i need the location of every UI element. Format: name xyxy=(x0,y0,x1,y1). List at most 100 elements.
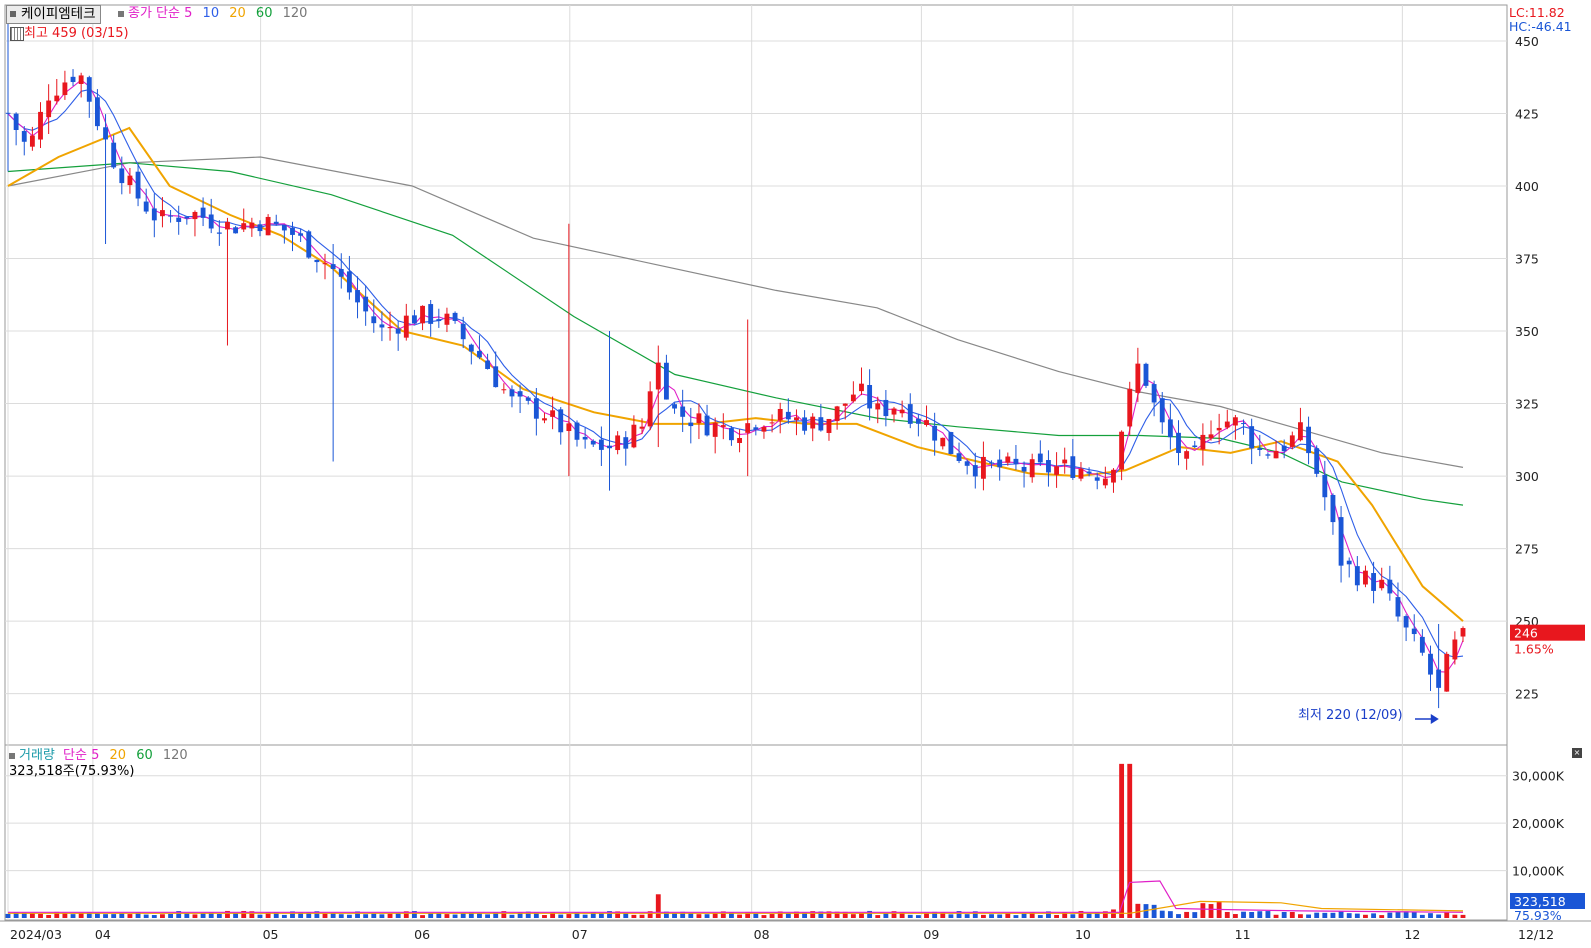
volume-bar xyxy=(1322,912,1328,918)
volume-bar xyxy=(1192,912,1198,918)
candle-body xyxy=(468,344,474,352)
volume-bar xyxy=(1306,914,1311,918)
volume-bar xyxy=(1428,913,1433,918)
stock-name-button[interactable]: 케이피엠테크 xyxy=(6,5,101,24)
volume-bar xyxy=(420,915,425,918)
volume-bar xyxy=(119,913,125,918)
volume-bar xyxy=(1086,913,1092,918)
date-tick-label: 10 xyxy=(1075,927,1091,942)
volume-bar xyxy=(558,914,564,918)
volume-bar xyxy=(160,914,165,918)
candle-body xyxy=(306,231,312,258)
volume-bar xyxy=(1265,911,1271,918)
date-end-label: 12/12 xyxy=(1518,927,1554,942)
candle-body xyxy=(119,168,125,184)
volume-bar xyxy=(1135,903,1141,918)
volume-bar xyxy=(1167,911,1173,918)
candle-body xyxy=(1151,384,1157,403)
volume-bar xyxy=(1241,911,1246,918)
candle-body xyxy=(94,97,100,127)
candle-body xyxy=(566,423,572,432)
candle-body xyxy=(1273,450,1279,459)
volume-bar xyxy=(1070,914,1076,918)
candle-body xyxy=(330,264,336,270)
candle-body xyxy=(542,418,547,421)
price-tick-label: 300 xyxy=(1515,469,1539,484)
candle-body xyxy=(78,75,84,84)
vol-ma120-legend: 120 xyxy=(162,748,188,763)
candle-body xyxy=(761,427,767,432)
candle-body xyxy=(842,403,848,406)
candle-body xyxy=(363,296,369,312)
candle-body xyxy=(1371,573,1377,591)
candle-body xyxy=(111,142,117,168)
volume-bar xyxy=(582,914,588,918)
volume-bar xyxy=(883,913,889,918)
candle-body xyxy=(1306,426,1311,454)
candle-body xyxy=(525,397,531,401)
ma10-legend: 10 xyxy=(202,6,220,21)
stock-chart: 4504254003753503253002752502252024/03 04 0… xyxy=(0,4,1591,942)
volume-legend[interactable]: 거래량 단순 5 20 60 120 xyxy=(9,748,188,764)
candle-body xyxy=(631,424,637,448)
candle-body xyxy=(1102,478,1108,486)
candle-body xyxy=(818,417,824,431)
volume-bar xyxy=(1387,912,1393,918)
volume-bar xyxy=(127,914,133,918)
candle-body xyxy=(1330,494,1336,523)
candle-body xyxy=(168,215,173,217)
square-icon xyxy=(9,752,15,759)
candle-body xyxy=(103,127,108,140)
volume-bar xyxy=(1379,915,1385,918)
volume-bar xyxy=(1159,910,1165,918)
candle-body xyxy=(737,437,742,443)
candle-body xyxy=(1460,628,1466,637)
candle-body xyxy=(346,271,352,293)
candle-body xyxy=(1086,471,1092,474)
candle-body xyxy=(956,453,962,462)
volume-bar xyxy=(1314,912,1320,918)
volume-bar xyxy=(1460,914,1466,918)
candle-body xyxy=(907,404,913,424)
date-tick-label: 05 xyxy=(263,927,279,942)
volume-bar xyxy=(111,914,117,918)
volume-bar xyxy=(1224,911,1230,918)
close-icon[interactable]: × xyxy=(1572,748,1582,758)
volume-bar xyxy=(1395,911,1401,918)
volume-ma-label: 단순 xyxy=(63,748,87,763)
date-tick-label: 2024/03 xyxy=(10,927,62,942)
volume-bar xyxy=(1338,911,1344,918)
candle-body xyxy=(802,417,808,431)
high-text: 최고 459 (03/15) xyxy=(24,26,129,41)
candle-body xyxy=(1021,466,1027,472)
candle-body xyxy=(387,327,393,329)
candle-body xyxy=(745,423,751,433)
candle-body xyxy=(1281,445,1287,452)
ma-legend[interactable]: 종가 단순 5 10 20 60 120 xyxy=(118,6,307,22)
date-tick-label: 07 xyxy=(572,927,588,942)
candle-body xyxy=(452,312,458,321)
candle-body xyxy=(794,417,799,421)
price-tick-label: 225 xyxy=(1515,687,1539,702)
candle-body xyxy=(777,408,783,421)
candle-body xyxy=(1403,616,1409,628)
price-tick-label: 275 xyxy=(1515,542,1539,557)
candle-body xyxy=(598,439,604,450)
volume-bar xyxy=(989,914,994,918)
volume-bar xyxy=(1257,911,1263,918)
candle-body xyxy=(1387,579,1393,594)
volume-bar xyxy=(485,914,491,918)
candle-body xyxy=(899,409,905,414)
candle-body xyxy=(1200,434,1206,450)
candle-body xyxy=(127,175,133,186)
volume-bar xyxy=(1054,914,1060,918)
candle-body xyxy=(1298,422,1303,441)
volume-bar xyxy=(948,914,954,918)
candle-body xyxy=(216,232,222,234)
candle-body xyxy=(1249,426,1255,449)
volume-bar xyxy=(1346,913,1352,918)
candle-body xyxy=(1037,453,1043,463)
volume-bar xyxy=(704,914,710,918)
vol-ma5-legend: 5 xyxy=(91,748,100,763)
candle-body xyxy=(623,437,629,449)
